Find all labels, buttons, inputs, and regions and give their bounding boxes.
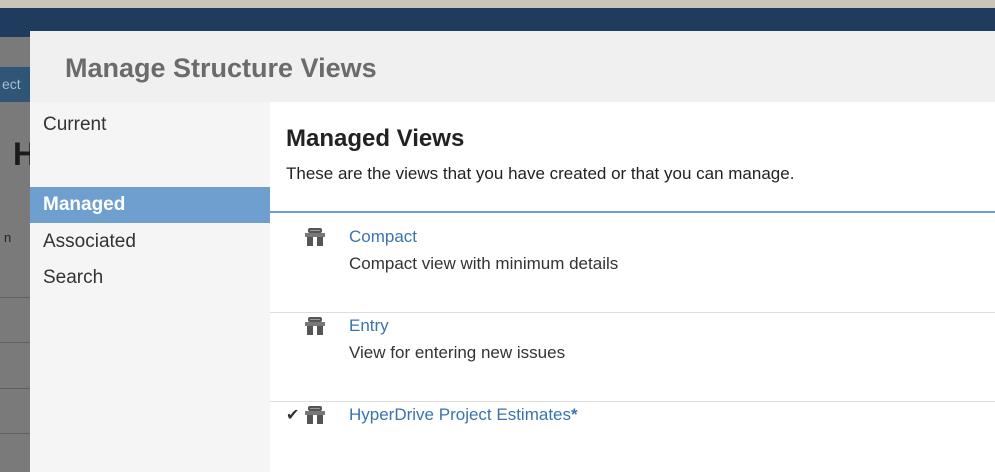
view-description: Compact view with minimum details — [349, 254, 619, 273]
dialog-header: Manage Structure Views — [30, 31, 995, 102]
view-link-entry[interactable]: Entry — [349, 316, 389, 336]
dialog-sidebar: Current Managed Associated Search — [30, 102, 270, 472]
modified-marker: * — [571, 405, 578, 424]
background-top-strip — [0, 0, 995, 8]
structure-view-icon — [305, 317, 325, 335]
manage-views-dialog: Manage Structure Views Current Managed A… — [30, 31, 995, 472]
view-row[interactable]: Compact Compact view with minimum detail… — [270, 224, 995, 313]
structure-view-icon — [305, 228, 325, 246]
sidebar-item-current[interactable]: Current — [30, 107, 270, 143]
sidebar-item-label: Current — [43, 114, 107, 135]
background-nav-text: ect — [2, 76, 21, 92]
structure-view-icon — [305, 406, 325, 424]
background-nav-item: ect — [0, 67, 30, 102]
section-title: Managed Views — [286, 125, 465, 152]
view-link-compact[interactable]: Compact — [349, 227, 417, 247]
sidebar-item-associated[interactable]: Associated — [30, 224, 270, 260]
section-description: These are the views that you have create… — [286, 164, 795, 183]
dialog-main: Managed Views These are the views that y… — [270, 102, 995, 472]
background-row-divider — [0, 297, 30, 298]
view-description: View for entering new issues — [349, 343, 566, 362]
checkmark-icon: ✔ — [286, 407, 300, 424]
screen: ect H n Manage Structure Views Current M… — [0, 0, 995, 472]
background-row-divider — [0, 342, 30, 343]
view-link-hyperdrive-project-estimates[interactable]: HyperDrive Project Estimates* — [349, 405, 578, 425]
view-row[interactable]: Entry View for entering new issues — [270, 313, 995, 402]
sidebar-item-label: Search — [43, 267, 104, 288]
view-name: Entry — [349, 316, 389, 335]
sidebar-item-label: Managed — [43, 194, 126, 215]
view-name: Compact — [349, 227, 418, 246]
background-row-divider — [0, 388, 30, 389]
view-row[interactable]: ✔ HyperDrive Project Estimates* — [270, 402, 995, 462]
background-text: n — [4, 230, 12, 245]
background-page-edge — [0, 37, 30, 472]
section-divider — [270, 211, 995, 213]
sidebar-item-managed[interactable]: Managed — [30, 187, 270, 223]
sidebar-item-label: Associated — [43, 231, 136, 252]
dialog-title: Manage Structure Views — [65, 53, 377, 83]
sidebar-item-search[interactable]: Search — [30, 260, 270, 296]
view-name: HyperDrive Project Estimates — [349, 405, 572, 424]
background-row-divider — [0, 433, 30, 434]
